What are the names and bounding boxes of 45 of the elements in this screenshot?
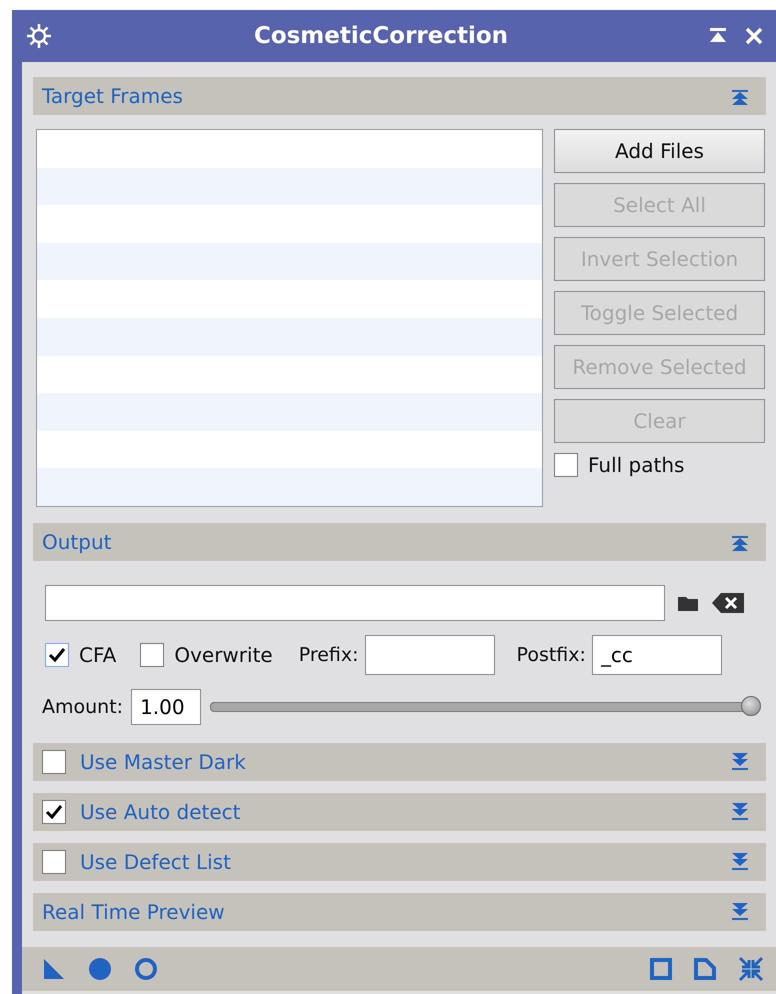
checkbox-label: CFA — [79, 643, 116, 667]
folder-icon[interactable] — [677, 594, 699, 612]
collapse-arrows-icon[interactable] — [738, 956, 764, 982]
output-directory-field[interactable] — [45, 585, 665, 621]
checkbox[interactable] — [42, 800, 66, 824]
action-button[interactable]: Add Files — [554, 129, 765, 173]
section-title: Use Master Dark — [80, 750, 247, 774]
section-title: Use Auto detect — [80, 800, 242, 824]
field-label: Postfix: — [516, 644, 586, 666]
section-title: Output — [42, 530, 112, 554]
section-title: Real Time Preview — [42, 900, 226, 924]
section-header[interactable]: Target Frames — [33, 77, 766, 115]
expand-icon[interactable] — [730, 752, 750, 772]
checkbox-label: Overwrite — [174, 643, 273, 667]
filled-circle-icon[interactable] — [88, 957, 112, 981]
checkbox[interactable] — [42, 850, 66, 874]
section-header[interactable]: Use Auto detect — [33, 793, 766, 831]
checkbox[interactable] — [42, 750, 66, 774]
section-header[interactable]: Output — [33, 523, 766, 561]
checkbox[interactable] — [140, 643, 164, 667]
field-label: Prefix: — [298, 644, 359, 666]
amount-field[interactable]: 1.00 — [131, 689, 202, 725]
section-header[interactable]: Use Master Dark — [33, 743, 766, 781]
expand-icon[interactable] — [730, 902, 750, 922]
field-label: Amount: — [42, 696, 124, 718]
section-title: Target Frames — [42, 84, 184, 108]
close-icon[interactable] — [744, 26, 764, 46]
checkbox[interactable] — [45, 643, 69, 667]
settings-icon[interactable] — [24, 21, 54, 51]
triangle-icon[interactable] — [42, 957, 66, 981]
square-icon[interactable] — [650, 958, 672, 980]
expand-icon[interactable] — [730, 802, 750, 822]
section-header[interactable]: Use Defect List — [33, 843, 766, 881]
checkbox[interactable] — [554, 453, 578, 477]
expand-icon[interactable] — [730, 852, 750, 872]
circle-icon[interactable] — [134, 957, 158, 981]
checkbox-label: Full paths — [588, 453, 684, 477]
postfix-field[interactable]: _cc — [592, 635, 722, 675]
amount-slider[interactable] — [209, 696, 762, 718]
section-header[interactable]: Real Time Preview — [33, 893, 766, 931]
window-title: CosmeticCorrection — [252, 23, 510, 49]
clear-icon[interactable] — [711, 591, 745, 615]
prefix-field[interactable] — [364, 635, 495, 675]
section-title: Use Defect List — [80, 850, 232, 874]
document-icon[interactable] — [694, 958, 716, 980]
